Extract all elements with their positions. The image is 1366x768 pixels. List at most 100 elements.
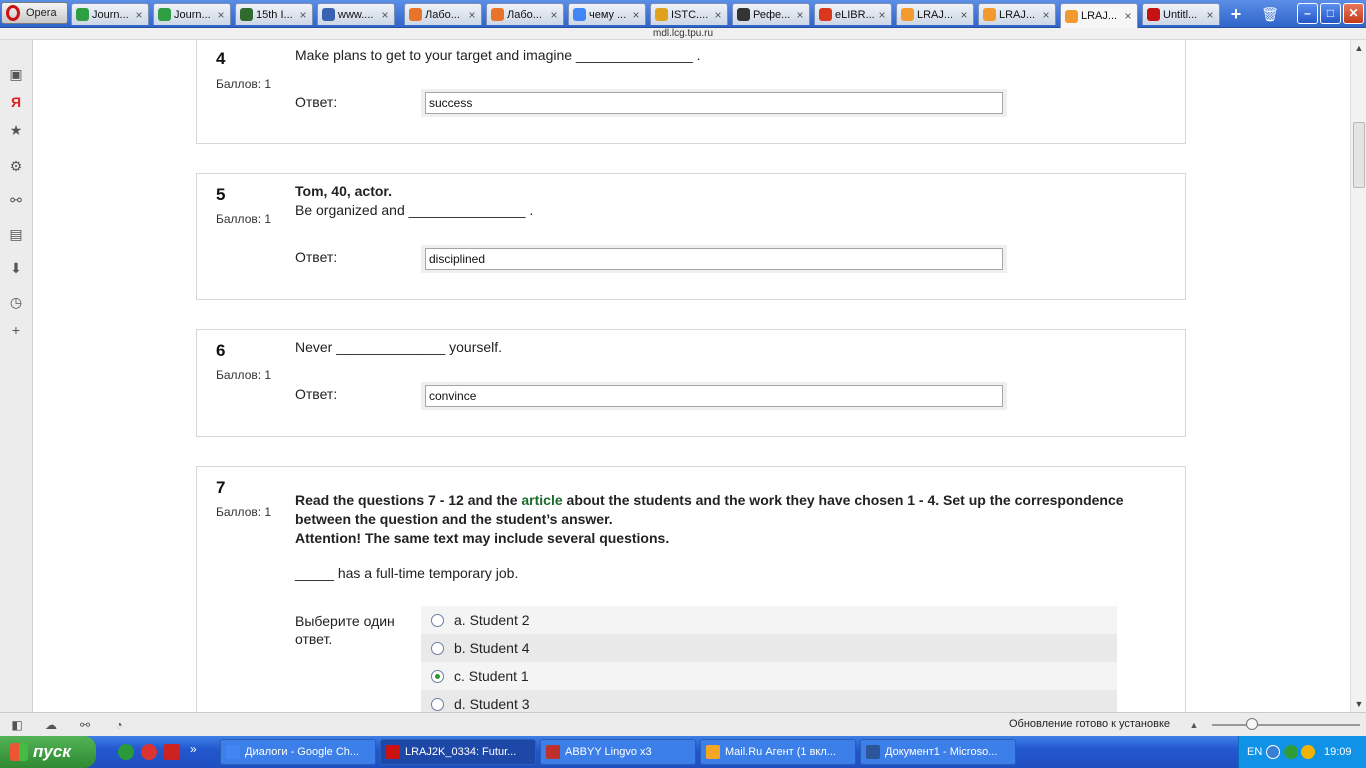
chevron-right-icon[interactable]: » [190, 742, 197, 756]
add-panel-icon[interactable]: + [8, 322, 24, 338]
article-link[interactable]: article [521, 492, 562, 508]
tray-mail-icon[interactable] [1301, 745, 1315, 759]
history-icon[interactable]: ◷ [8, 294, 24, 310]
close-tab-icon[interactable]: × [876, 8, 888, 22]
start-button[interactable]: пуск [0, 736, 96, 768]
task-app-icon [226, 745, 240, 759]
bookmarks-icon[interactable]: ▣ [8, 66, 24, 82]
option-c[interactable]: c. Student 1 [421, 662, 1117, 690]
close-tab-icon[interactable]: × [133, 8, 145, 22]
close-tab-icon[interactable]: × [1040, 8, 1052, 22]
taskbar-task[interactable]: ABBYY Lingvo x3 [540, 739, 696, 765]
answer-input[interactable]: disciplined [425, 248, 1003, 270]
tab-label: LRAJ... [1081, 10, 1118, 22]
app-quicklaunch-icon[interactable] [164, 744, 180, 760]
tab-label: ISTC.... [671, 8, 709, 21]
taskbar-task[interactable]: Документ1 - Microso... [860, 739, 1016, 765]
zoom-slider-knob[interactable] [1246, 718, 1258, 730]
close-tab-icon[interactable]: × [794, 8, 806, 22]
chevron-up-icon[interactable]: ▲ [1186, 717, 1202, 733]
tray-eye-icon[interactable] [1284, 745, 1298, 759]
browser-tab[interactable]: LRAJ... × [896, 3, 974, 25]
opera-quicklaunch-icon[interactable] [141, 744, 157, 760]
new-tab-button[interactable]: + [1226, 4, 1246, 24]
tab-label: Рефе... [753, 8, 791, 21]
browser-tab[interactable]: Journ... × [153, 3, 231, 25]
browser-tab[interactable]: ISTC.... × [650, 3, 728, 25]
browser-tab[interactable]: LRAJ... × [978, 3, 1056, 25]
notes-icon[interactable]: ▤ [8, 226, 24, 242]
star-icon[interactable]: ★ [8, 122, 24, 138]
close-tab-icon[interactable]: × [958, 8, 970, 22]
question-number: 6 [216, 341, 226, 360]
tab-label: Journ... [92, 8, 129, 21]
radio-button[interactable] [431, 613, 444, 627]
unite-icon[interactable]: ⚯ [77, 717, 93, 733]
taskbar-task[interactable]: LRAJ2K_0334: Futur... [380, 739, 536, 765]
browser-tab[interactable]: eLIBR... × [814, 3, 892, 25]
close-tab-icon[interactable]: × [1122, 9, 1134, 23]
answer-label: Ответ: [295, 94, 338, 110]
task-label: Mail.Ru Агент (1 вкл... [725, 746, 836, 758]
radio-button[interactable] [431, 641, 444, 655]
question-instructions: Read the questions 7 - 12 and the articl… [295, 491, 1155, 548]
close-tab-icon[interactable]: × [297, 8, 309, 22]
url-text: mdl.lcg.tpu.ru [652, 28, 714, 39]
close-tab-icon[interactable]: × [712, 8, 724, 22]
clock: 19:09 [1324, 746, 1352, 758]
vertical-scrollbar[interactable]: ▲ ▼ [1350, 40, 1366, 712]
downloads-icon[interactable]: ⬇ [8, 260, 24, 276]
answer-input[interactable]: success [425, 92, 1003, 114]
scroll-down-icon[interactable]: ▼ [1351, 696, 1366, 712]
close-tab-icon[interactable]: × [548, 8, 560, 22]
option-label: c. Student 1 [454, 668, 529, 684]
close-tab-icon[interactable]: × [630, 8, 642, 22]
close-window-button[interactable]: ✕ [1343, 3, 1364, 24]
address-bar[interactable]: mdl.lcg.tpu.ru [0, 28, 1366, 40]
widgets-icon[interactable]: ⚯ [8, 192, 24, 208]
browser-tab[interactable]: Рефе... × [732, 3, 810, 25]
yandex-icon[interactable]: Я [8, 94, 24, 110]
panel-toggle-icon[interactable]: ◧ [9, 717, 25, 733]
opera-menu-button[interactable]: Opera [1, 2, 68, 24]
browser-tab[interactable]: LRAJ... × [1060, 3, 1138, 28]
close-tab-icon[interactable]: × [379, 8, 391, 22]
browser-tab[interactable]: чему ... × [568, 3, 646, 25]
browser-tab[interactable]: 15th I... × [235, 3, 313, 25]
scroll-up-icon[interactable]: ▲ [1351, 40, 1366, 56]
update-status-text[interactable]: Обновление готово к установке [1009, 718, 1170, 730]
radio-button[interactable] [431, 697, 444, 711]
orange-circle-icon [409, 8, 422, 21]
option-d[interactable]: d. Student 3 [421, 690, 1117, 712]
close-tab-icon[interactable]: × [1204, 8, 1216, 22]
maximize-button[interactable]: □ [1320, 3, 1341, 24]
choose-label: Выберите один ответ. [295, 612, 395, 648]
close-tab-icon[interactable]: × [215, 8, 227, 22]
browser-tab[interactable]: Untitl... × [1142, 3, 1220, 25]
moodle-icon [983, 8, 996, 21]
tab-label: Лабо... [425, 8, 460, 21]
zoom-slider[interactable] [1212, 724, 1360, 726]
tray-back-icon[interactable] [1266, 745, 1280, 759]
close-tab-icon[interactable]: × [466, 8, 478, 22]
browser-tab[interactable]: Лабо... × [486, 3, 564, 25]
minimize-button[interactable]: – [1297, 3, 1318, 24]
browser-tab[interactable]: www.... × [317, 3, 395, 25]
cloud-icon[interactable]: ☁ [43, 717, 59, 733]
utorrent-icon[interactable] [118, 744, 134, 760]
radio-button[interactable] [431, 669, 444, 683]
answer-input[interactable]: convince [425, 385, 1003, 407]
tab-label: Лабо... [507, 8, 542, 21]
gear-icon[interactable]: ⚙ [8, 158, 24, 174]
browser-tab[interactable]: Лабо... × [404, 3, 482, 25]
taskbar-task[interactable]: Mail.Ru Агент (1 вкл... [700, 739, 856, 765]
trash-icon[interactable]: 🗑 [1260, 4, 1280, 24]
scroll-thumb[interactable] [1353, 122, 1365, 188]
option-b[interactable]: b. Student 4 [421, 634, 1117, 662]
language-indicator[interactable]: EN [1247, 746, 1262, 758]
elibrary-icon [819, 8, 832, 21]
browser-tab[interactable]: Journ... × [71, 3, 149, 25]
turbo-icon[interactable]: ◔ [111, 717, 127, 733]
option-a[interactable]: a. Student 2 [421, 606, 1117, 634]
taskbar-task[interactable]: Диалоги - Google Ch... [220, 739, 376, 765]
